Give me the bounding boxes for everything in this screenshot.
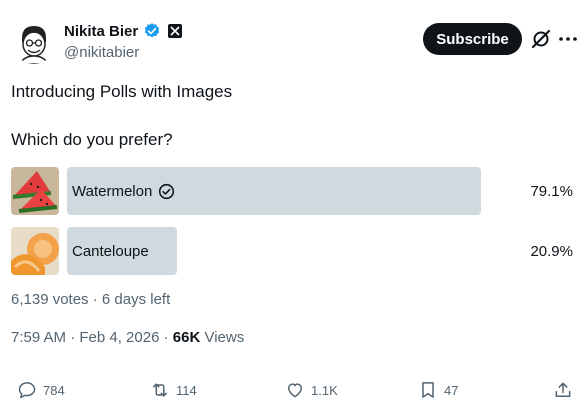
poll-option-label: Canteloupe — [72, 227, 149, 275]
share-icon — [555, 382, 571, 397]
poll-option[interactable]: Watermelon 79.1% — [11, 167, 576, 215]
grok-icon[interactable] — [530, 28, 552, 50]
author-handle[interactable]: @nikitabier — [64, 44, 139, 61]
author-name[interactable]: Nikita Bier — [64, 23, 138, 40]
poll-option-percent: 20.9% — [530, 242, 573, 260]
timestamp-text: 7:59 AM · Feb 4, 2026 · — [11, 329, 173, 346]
views-count: 66K — [172, 329, 201, 346]
tweet-timestamp[interactable]: 7:59 AM · Feb 4, 2026 · 66K Views — [11, 329, 244, 346]
verified-badge-icon[interactable] — [143, 22, 161, 40]
poll-option-label: Watermelon — [72, 167, 175, 215]
cartoon-avatar-icon — [19, 26, 49, 64]
poll-option[interactable]: Canteloupe 20.9% — [11, 227, 576, 275]
like-button[interactable]: 1.1K — [285, 378, 338, 402]
avatar[interactable] — [12, 20, 56, 64]
views-label: Views — [204, 329, 245, 346]
bookmark-count: 47 — [444, 382, 459, 398]
watermelon-image — [11, 167, 59, 215]
poll-meta: 6,139 votes · 6 days left — [11, 291, 171, 308]
subscribe-button[interactable]: Subscribe — [423, 23, 522, 55]
poll-question: Which do you prefer? — [11, 130, 173, 149]
poll-option-text: Canteloupe — [72, 242, 149, 260]
like-count: 1.1K — [311, 382, 338, 398]
repost-count: 114 — [176, 382, 197, 398]
poll-option-percent: 79.1% — [530, 182, 573, 200]
repost-button[interactable]: 114 — [150, 378, 197, 402]
reply-icon — [18, 382, 36, 399]
tweet-text: Introducing Polls with Images — [11, 82, 233, 101]
bookmark-icon — [422, 382, 434, 398]
heart-icon — [288, 383, 302, 398]
bookmark-button[interactable]: 47 — [418, 378, 458, 402]
more-dots-icon[interactable] — [556, 28, 580, 50]
repost-icon — [153, 383, 167, 397]
author-name-row: Nikita Bier — [64, 22, 183, 40]
poll-option-text: Watermelon — [72, 182, 153, 200]
share-button[interactable] — [553, 378, 573, 402]
cantaloupe-image — [11, 227, 59, 275]
checkmark-circle-icon — [159, 183, 175, 199]
x-logo-icon[interactable] — [168, 24, 183, 38]
reply-count: 784 — [43, 382, 65, 398]
reply-button[interactable]: 784 — [17, 378, 65, 402]
